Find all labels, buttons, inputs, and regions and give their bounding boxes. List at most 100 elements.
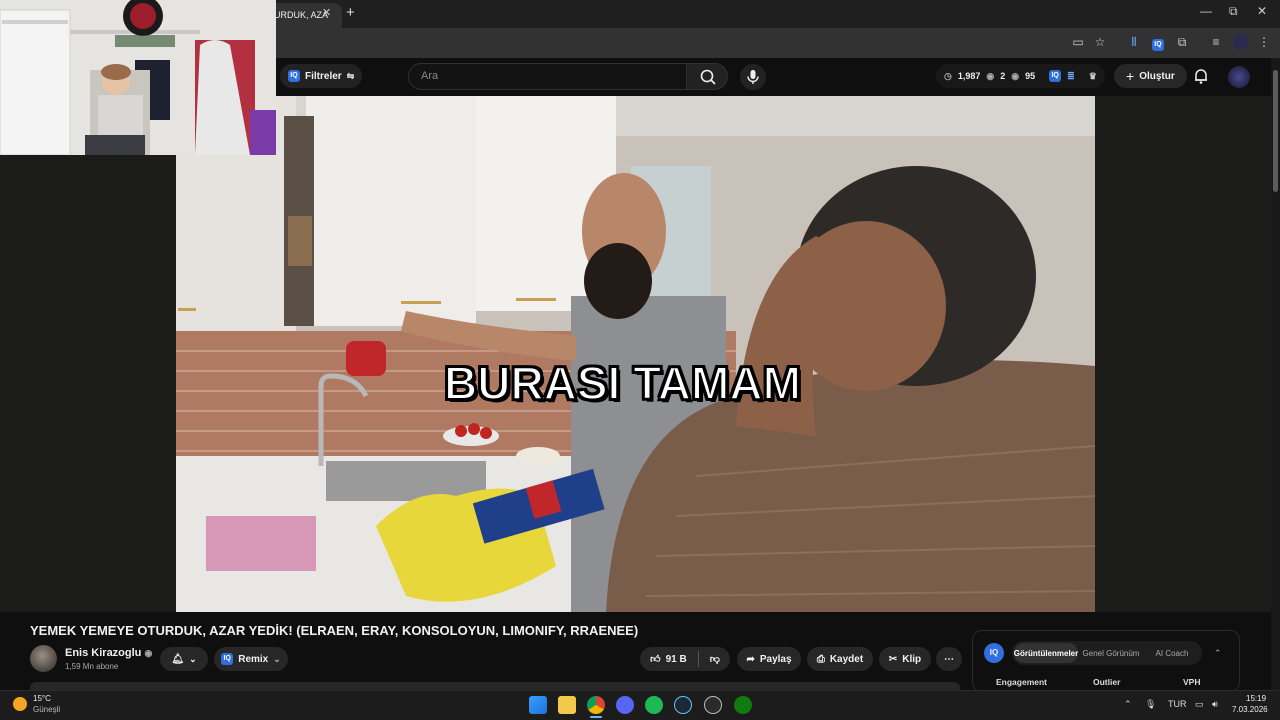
share-button[interactable]: ➦ Paylaş	[737, 647, 801, 671]
tab-close-icon[interactable]: ✕	[322, 6, 331, 19]
scissors-icon: ✂	[888, 653, 898, 665]
stat-views: 1,987	[957, 71, 981, 81]
stat-eye-a: 2	[1000, 71, 1006, 81]
profile-avatar-icon[interactable]	[1233, 34, 1249, 50]
tab-overview[interactable]: Genel Görünüm	[1078, 649, 1144, 658]
video-player[interactable]: BURASI TAMAM	[176, 96, 1095, 612]
minimize-button[interactable]: —	[1200, 4, 1212, 18]
media-controls-icon[interactable]: ≡	[1208, 34, 1224, 50]
search-input[interactable]: Ara	[408, 63, 688, 90]
extensions-puzzle-icon[interactable]: ⧉	[1174, 34, 1190, 50]
thumbs-up-icon: 👍︎	[650, 654, 661, 665]
iq-icon: IQ	[1049, 70, 1062, 82]
extension-wave-icon[interactable]: ⦀	[1126, 34, 1142, 50]
iq-icon: IQ	[288, 70, 300, 82]
panel-tabs: Görüntülenmeler Genel Görünüm AI Coach	[1012, 641, 1202, 665]
dislike-button[interactable]: 👎︎	[710, 653, 720, 665]
github-icon[interactable]	[704, 696, 722, 714]
bookmark-star-icon[interactable]: ☆	[1092, 34, 1108, 50]
webcam-overlay	[0, 0, 276, 155]
notifications-button[interactable]	[1192, 67, 1210, 90]
description-box[interactable]	[30, 682, 960, 690]
remix-label: Remix	[238, 653, 269, 665]
browser-menu-icon[interactable]: ⋮	[1256, 34, 1272, 50]
clock-icon: ◷	[944, 70, 952, 81]
eye-icon: ◉	[986, 70, 995, 81]
divider	[697, 651, 699, 667]
tray-microphone-icon[interactable]: 🎙︎	[1145, 699, 1156, 710]
bookmark-icon: ⎙	[816, 653, 825, 665]
tab-views[interactable]: Görüntülenmeler	[1014, 643, 1078, 663]
more-actions-button[interactable]: ⋯	[936, 647, 962, 671]
scrollbar-thumb[interactable]	[1273, 70, 1278, 192]
spotify-icon[interactable]	[645, 696, 663, 714]
player-letterbox-left	[0, 155, 176, 612]
column-engagement: Engagement	[996, 677, 1048, 687]
video-title: YEMEK YEMEYE OTURDUK, AZAR YEDİK! (ELRAE…	[30, 623, 639, 638]
list-icon: ≣	[1067, 70, 1075, 81]
subscribed-button[interactable]: 🔔︎ ⌄	[160, 647, 208, 671]
clip-label: Klip	[902, 653, 922, 665]
collapse-panel-icon[interactable]: ⌃	[1214, 648, 1222, 659]
search-icon	[700, 69, 716, 85]
filters-label: Filtreler	[305, 70, 342, 82]
remix-button[interactable]: IQ Remix ⌄	[214, 647, 288, 671]
column-outlier: Outlier	[1093, 677, 1121, 687]
create-button[interactable]: + Oluştur	[1114, 64, 1187, 88]
save-label: Kaydet	[829, 653, 864, 665]
save-button[interactable]: ⎙ Kaydet	[807, 647, 873, 671]
microphone-icon	[747, 70, 759, 84]
channel-stats-widget[interactable]: ◷ 1,987 ◉ 2 ◉ 95 IQ ≣ ♛	[936, 64, 1105, 88]
taskbar	[0, 690, 1280, 720]
tab-title: URDUK, AZA	[274, 10, 329, 20]
steam-icon[interactable]	[674, 696, 692, 714]
column-vph: VPH	[1183, 677, 1201, 687]
clock-time[interactable]: 15:19	[1246, 694, 1266, 703]
tab-ai-coach[interactable]: AI Coach	[1144, 649, 1200, 658]
restore-button[interactable]: ⧉	[1229, 4, 1238, 19]
chrome-icon[interactable]	[587, 696, 605, 714]
weather-desc: Güneşli	[33, 705, 61, 714]
account-avatar[interactable]	[1228, 66, 1250, 88]
like-dislike-group: 👍︎ 91 B 👎︎	[640, 647, 730, 671]
xbox-icon[interactable]	[734, 696, 752, 714]
stat-eye-b: 95	[1025, 71, 1036, 81]
subscriber-count: 1,59 Mn abone	[65, 662, 119, 671]
new-tab-button[interactable]: +	[346, 4, 355, 21]
file-explorer-icon[interactable]	[558, 696, 576, 714]
filter-sliders-icon: ⇋	[346, 70, 355, 81]
language-indicator[interactable]: TUR	[1168, 699, 1187, 709]
bell-icon	[1195, 69, 1207, 84]
share-label: Paylaş	[759, 653, 792, 665]
extension-iq-icon[interactable]: IQ	[1150, 34, 1166, 51]
iq-logo-icon: IQ	[984, 643, 1004, 663]
filters-button[interactable]: IQ Filtreler ⇋	[280, 64, 363, 88]
like-count: 91 B	[665, 653, 687, 665]
channel-name[interactable]: Enis Kirazoglu ◉	[65, 647, 152, 659]
channel-avatar[interactable]	[30, 645, 57, 672]
cast-icon[interactable]: ▭	[1070, 34, 1086, 50]
active-app-indicator	[590, 716, 602, 718]
tray-volume-icon[interactable]: 🔊︎	[1212, 699, 1218, 710]
voice-search-button[interactable]	[740, 64, 766, 90]
clip-button[interactable]: ✂ Klip	[879, 647, 931, 671]
verified-icon: ◉	[144, 648, 153, 658]
discord-icon[interactable]	[616, 696, 634, 714]
bell-icon: 🔔︎	[171, 653, 185, 665]
channel-name-text: Enis Kirazoglu	[65, 647, 142, 659]
weather-temp[interactable]: 15°C	[33, 694, 51, 703]
tray-chevron-up-icon[interactable]: ⌃	[1124, 699, 1132, 710]
player-letterbox-right	[1095, 96, 1271, 612]
plus-icon: +	[1126, 68, 1135, 84]
chevron-down-icon: ⌄	[189, 653, 197, 664]
search-button[interactable]	[686, 63, 728, 90]
tray-display-icon[interactable]: ▭	[1195, 699, 1204, 710]
webcam-feed	[0, 0, 276, 155]
close-window-button[interactable]: ✕	[1257, 4, 1267, 18]
iq-icon: IQ	[221, 653, 234, 665]
like-button[interactable]: 👍︎ 91 B	[650, 653, 687, 666]
sun-icon	[13, 697, 27, 711]
more-icon: ⋯	[944, 653, 954, 665]
share-icon: ➦	[746, 653, 755, 665]
start-windows-icon[interactable]	[529, 696, 547, 714]
